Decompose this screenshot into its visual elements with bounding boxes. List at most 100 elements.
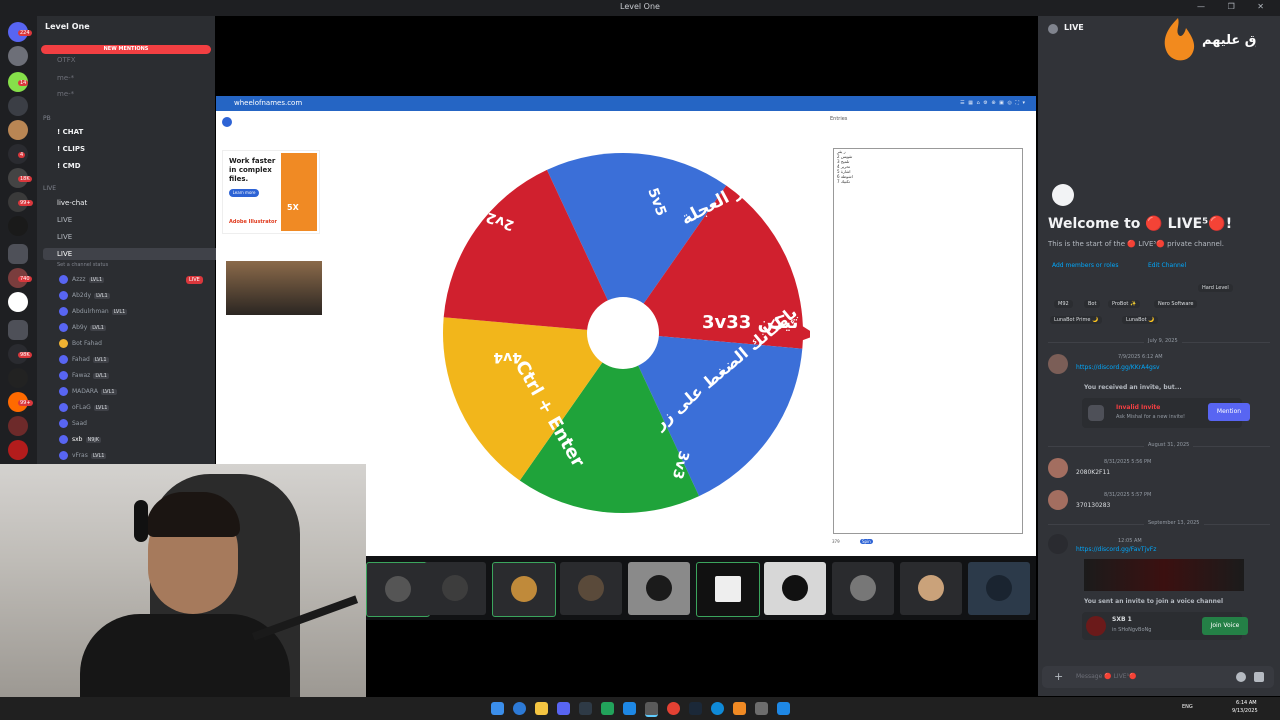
invite-link[interactable]: https://discord.gg/FavTjvFz [1076,546,1156,553]
voice-user[interactable]: Ab2dy LVL1 [59,291,110,300]
channel-chat[interactable]: ! CHAT [57,128,83,136]
steam-icon[interactable] [689,702,702,715]
app-icon[interactable] [623,702,636,715]
voice-user[interactable]: vFras LVL1 [59,451,107,460]
gift-icon[interactable] [1254,672,1264,682]
emoji-icon[interactable] [1236,672,1246,682]
discord-icon[interactable] [557,702,570,715]
channel-status[interactable]: Set a channel status [57,262,108,268]
role-chip[interactable]: M92 [1054,300,1073,308]
edge-icon[interactable] [711,702,724,715]
wheel-center[interactable] [587,297,659,369]
server-icon[interactable] [8,292,28,312]
server-icon[interactable] [8,368,28,388]
avatar [986,575,1012,601]
voice-user[interactable]: oFLaG LVL1 [59,403,110,412]
advertisement[interactable]: Work faster in complex files. Learn more… [222,150,320,234]
avatar[interactable] [1048,534,1068,554]
channel-live-chat[interactable]: live-chat [57,199,87,207]
ad-button[interactable]: Learn more [229,189,259,197]
avatar[interactable] [1048,458,1068,478]
video-ad[interactable] [226,261,322,315]
folder-icon[interactable] [8,320,28,340]
file-explorer-icon[interactable] [535,702,548,715]
server-icon[interactable] [8,96,28,116]
browser-toolbar: wheelofnames.com ☰ ▦ ⌂ ⚙ ⊕ ▣ ◎ ⛶ ▾ [216,96,1036,111]
clock-date[interactable]: 9/13/2025 [1232,708,1258,714]
voice-user[interactable]: Abdulrhman LVL1 [59,307,128,316]
server-icon[interactable] [8,440,28,460]
avatar[interactable] [1048,490,1068,510]
participant-tile[interactable] [628,562,690,615]
channel-clips[interactable]: ! CLIPS [57,145,85,153]
voice-user[interactable]: sxb N9jK [59,435,102,444]
channel-cmd[interactable]: ! CMD [57,162,81,170]
role-chip[interactable]: Nero Software [1154,300,1198,308]
site-menu[interactable]: ☰ ▦ ⌂ ⚙ ⊕ ▣ ◎ ⛶ ▾ [960,100,1026,106]
participant-tile[interactable] [492,562,556,617]
invite-link[interactable]: https://discord.gg/KKrA4gsv [1076,364,1160,371]
edit-channel-link[interactable]: Edit Channel [1148,262,1186,269]
clock-time[interactable]: 6:14 AM [1236,700,1257,706]
mention-button[interactable]: Mention [1208,403,1250,421]
role-chip[interactable]: Bot [1084,300,1101,308]
app-icon[interactable] [777,702,790,715]
channel-muted[interactable]: me-* [57,74,74,82]
channel-muted[interactable]: me-* [57,90,74,98]
category-live[interactable]: LIVE [43,185,56,192]
voice-user[interactable]: Bot Fahad [59,339,102,348]
add-attachment-icon[interactable]: + [1054,670,1063,683]
server-icon[interactable] [8,416,28,436]
role-chip[interactable]: LunaBot 🌙 [1122,316,1159,324]
category-pb[interactable]: PB [43,115,51,122]
participant-tile[interactable] [968,562,1030,615]
join-voice-button[interactable]: Join Voice [1202,617,1248,635]
voice-channel-live-1[interactable]: LIVE [57,216,72,224]
participant-tile[interactable] [900,562,962,615]
folder-icon[interactable] [8,244,28,264]
entries-tabs[interactable]: Entries [830,116,847,122]
voice-user[interactable]: Fawaz LVL1 [59,371,109,380]
search-icon[interactable] [513,702,526,715]
entries-textbox[interactable]: ر يقر 2 تقويس 3 تلميح 4 تحرير 5 اشارة 6 … [833,148,1023,534]
new-mentions-banner[interactable]: NEW MENTIONS [41,45,211,54]
voice-user[interactable]: Ab9y LVL1 [59,323,106,332]
edit-icon[interactable] [222,117,232,127]
role-chip[interactable]: ProBot ✨ [1108,300,1141,308]
server-icon[interactable] [8,216,28,236]
participant-tile[interactable] [366,562,430,617]
voice-channel-live-2[interactable]: LIVE [57,233,72,241]
app-icon[interactable] [601,702,614,715]
spin-wheel[interactable]: اضغط لتدوير العجلة أو بإمكانك الضغط على … [440,150,810,520]
participant-tile[interactable] [696,562,760,617]
app-icon[interactable] [733,702,746,715]
voice-user[interactable]: MADARA LVL1 [59,387,117,396]
avatar[interactable] [1048,354,1068,374]
site-url[interactable]: wheelofnames.com [234,99,302,107]
server-badge: 224 [18,30,32,36]
role-chip[interactable]: Hard Level [1198,284,1233,292]
channel-muted[interactable]: OTFX [57,56,76,64]
participant-strip [366,556,1036,620]
obs-icon[interactable] [645,702,658,717]
chrome-icon[interactable] [667,702,680,715]
participant-tile[interactable] [560,562,622,615]
add-members-link[interactable]: Add members or roles [1052,262,1118,269]
server-icon[interactable] [8,46,28,66]
voice-user[interactable]: Fahad LVL1 [59,355,109,364]
app-icon[interactable] [579,702,592,715]
voice-user[interactable]: Saad [59,419,87,428]
voice-user[interactable]: Azzz LVL1 [59,275,105,284]
participant-tile[interactable] [424,562,486,615]
role-chip[interactable]: LunaBot Prime 🌙 [1050,316,1103,324]
server-name[interactable]: Level One [45,22,90,31]
participant-tile[interactable] [832,562,894,615]
windows-start-icon[interactable] [491,702,504,715]
voice-channel-live-active[interactable]: LIVE [43,248,221,260]
settings-icon[interactable] [755,702,768,715]
participant-tile[interactable] [764,562,826,615]
spin-button[interactable]: Spin [860,539,873,544]
server-icon[interactable] [8,120,28,140]
message-input[interactable]: + Message 🔴 LIVE⁵🔴 [1042,666,1274,688]
language-indicator[interactable]: ENG [1182,704,1193,710]
